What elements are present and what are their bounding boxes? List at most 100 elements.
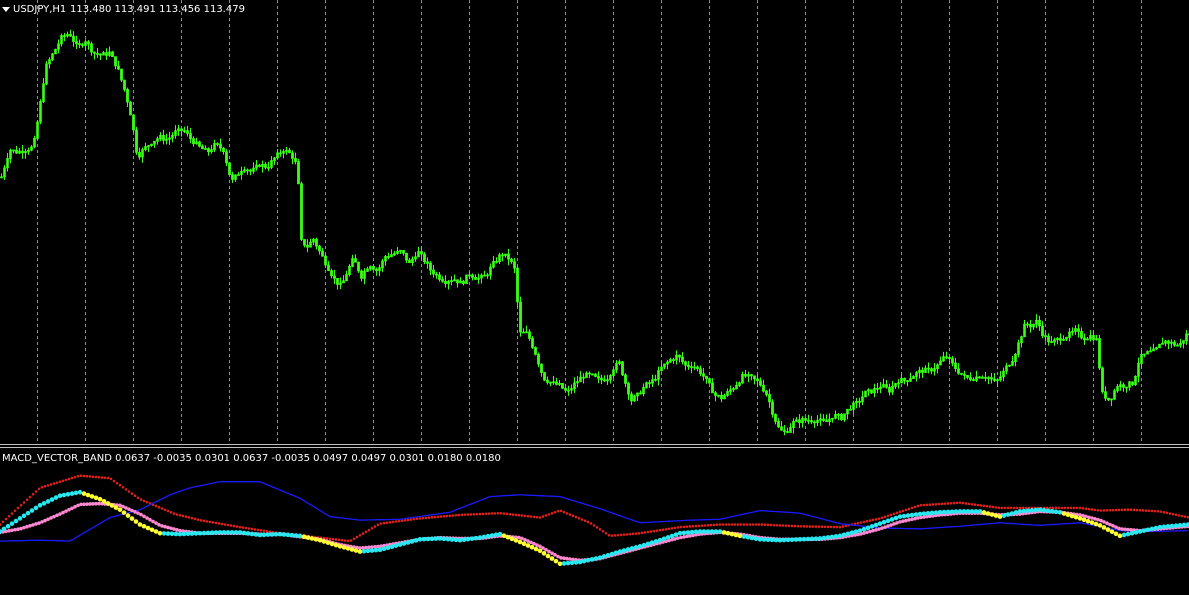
- upper-band-dot: [107, 477, 110, 480]
- macd-dot: [1018, 509, 1023, 514]
- candle-body: [931, 369, 933, 371]
- macd-dot: [1146, 527, 1151, 532]
- candle-body: [541, 364, 543, 372]
- macd-dot: [186, 531, 191, 536]
- macd-dot: [78, 490, 83, 495]
- candle-body: [355, 259, 357, 263]
- candle-body: [904, 378, 906, 380]
- macd-dot: [726, 531, 731, 536]
- upper-band-dot: [1055, 507, 1058, 510]
- upper-band-dot: [98, 476, 101, 479]
- macd-dot: [542, 551, 547, 556]
- macd-dot: [178, 532, 183, 537]
- chart-window[interactable]: USDJPY,H1 113.480 113.491 113.456 113.47…: [0, 0, 1189, 591]
- upper-band-dot: [947, 502, 950, 505]
- macd-dot: [982, 510, 987, 515]
- candle-body: [763, 385, 765, 391]
- signal-dot: [679, 536, 683, 540]
- upper-band-dot: [605, 532, 608, 535]
- upper-band-dot: [110, 478, 113, 481]
- macd-dot: [1058, 510, 1063, 515]
- upper-band-dot: [1118, 509, 1121, 512]
- upper-band-dot: [962, 502, 965, 505]
- macd-dot: [490, 533, 495, 538]
- candle-body: [691, 367, 693, 368]
- candle-body: [544, 373, 546, 381]
- candle-body: [1081, 331, 1083, 337]
- upper-band-dot: [242, 526, 245, 529]
- upper-band-dot: [941, 503, 944, 506]
- macd-dot: [582, 559, 587, 564]
- upper-band-dot: [530, 515, 533, 518]
- candle-body: [814, 422, 816, 423]
- upper-band-dot: [695, 525, 698, 528]
- macd-dot: [246, 531, 251, 536]
- upper-band-dot: [1160, 510, 1163, 513]
- macd-dot: [434, 536, 439, 541]
- chart-canvas[interactable]: USDJPY,H1 113.480 113.491 113.456 113.47…: [0, 0, 1189, 591]
- upper-band-dot: [1178, 514, 1181, 517]
- macd-dot: [234, 530, 239, 535]
- upper-band-dot: [425, 517, 428, 520]
- upper-band-dot: [836, 526, 839, 529]
- macd-dot: [150, 527, 155, 532]
- candle-body: [1099, 339, 1101, 368]
- upper-band-dot: [17, 507, 20, 510]
- upper-band-dot: [974, 503, 977, 506]
- macd-dot: [710, 529, 715, 534]
- macd-dot: [270, 532, 275, 537]
- signal-dot: [1093, 517, 1097, 521]
- upper-band-dot: [266, 530, 269, 533]
- candle-body: [334, 276, 336, 279]
- macd-dot: [930, 511, 935, 516]
- upper-band-dot: [197, 518, 200, 521]
- macd-dot: [114, 505, 119, 510]
- macd-dot: [1022, 509, 1027, 514]
- upper-band-dot: [671, 527, 674, 530]
- upper-band-dot: [857, 522, 860, 525]
- macd-dot: [1178, 523, 1183, 528]
- macd-dot: [74, 491, 79, 496]
- macd-dot: [1054, 509, 1059, 514]
- macd-dot: [350, 547, 355, 552]
- upper-band-dot: [455, 514, 458, 517]
- upper-band-dot: [701, 524, 704, 527]
- macd-dot: [154, 529, 159, 534]
- upper-band-dot: [512, 513, 515, 516]
- macd-dot: [938, 510, 943, 515]
- signal-dot: [172, 527, 176, 531]
- upper-band-dot: [992, 506, 995, 509]
- upper-band-dot: [539, 516, 542, 519]
- candle-body: [991, 378, 993, 380]
- candle-body: [226, 152, 228, 163]
- macd-dot: [910, 513, 915, 518]
- upper-band-dot: [662, 528, 665, 531]
- candle-body: [121, 69, 123, 80]
- upper-band-dot: [983, 505, 986, 508]
- macd-dot: [626, 547, 631, 552]
- macd-dot: [1118, 534, 1123, 539]
- upper-band-dot: [212, 521, 215, 524]
- upper-band-dot: [161, 507, 164, 510]
- candle-body: [952, 359, 954, 363]
- upper-band-dot: [944, 502, 947, 505]
- upper-band-dot: [524, 515, 527, 518]
- upper-band-dot: [113, 480, 116, 483]
- upper-band-dot: [953, 502, 956, 505]
- macd-dot: [562, 561, 567, 566]
- macd-dot: [746, 535, 751, 540]
- candle-body: [811, 421, 813, 422]
- macd-dot: [318, 538, 323, 543]
- upper-band-dot: [53, 482, 56, 485]
- macd-dot: [822, 536, 827, 541]
- upper-band-dot: [335, 538, 338, 541]
- macd-dot: [690, 530, 695, 535]
- upper-band-dot: [761, 523, 764, 526]
- candle-body: [361, 271, 363, 278]
- upper-band-dot: [731, 523, 734, 526]
- upper-band-dot: [92, 475, 95, 478]
- upper-band-dot: [737, 523, 740, 526]
- upper-band-dot: [989, 505, 992, 508]
- upper-band-dot: [41, 486, 44, 489]
- macd-dot: [622, 548, 627, 553]
